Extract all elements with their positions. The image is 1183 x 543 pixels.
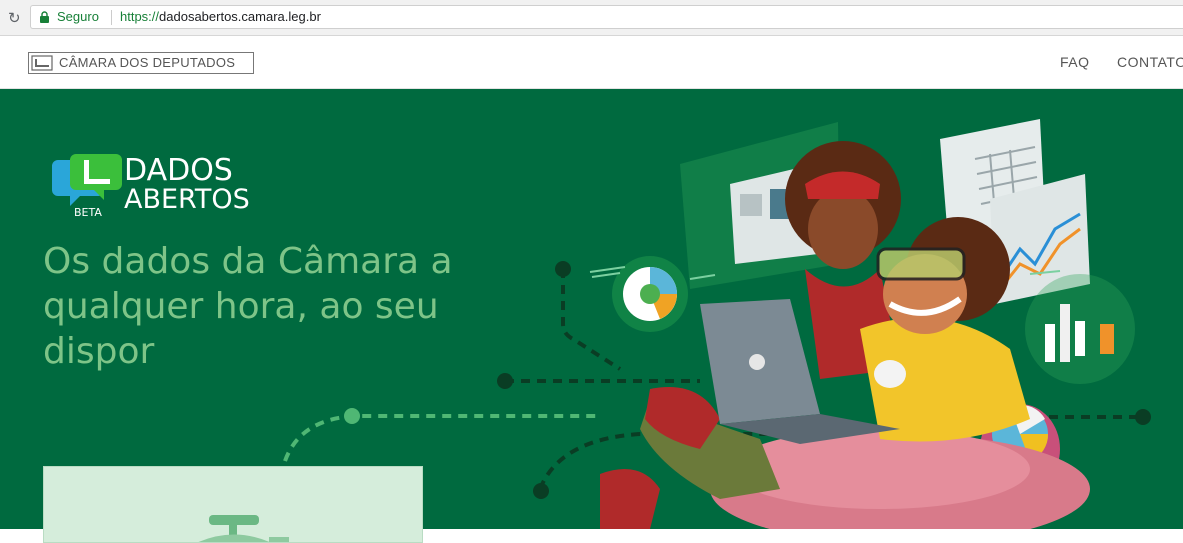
logo-abertos-text: ABERTOS — [124, 184, 250, 215]
url-host: dadosabertos.camara.leg.br — [159, 9, 321, 24]
site-header: CÂMARA DOS DEPUTADOS FAQ CONTATO — [0, 36, 1183, 89]
url-text[interactable]: https://dadosabertos.camara.leg.br — [120, 9, 321, 24]
reload-icon[interactable]: ↻ — [8, 9, 21, 27]
camara-building-icon — [31, 55, 53, 71]
logo-dados-text: DADOS — [124, 153, 233, 188]
address-bar[interactable]: Seguro https://dadosabertos.camara.leg.b… — [30, 5, 1183, 29]
camara-logo-link[interactable]: CÂMARA DOS DEPUTADOS — [28, 52, 254, 74]
security-label: Seguro — [57, 9, 99, 24]
dados-abertos-logo: DADOS ABERTOS BETA — [52, 153, 250, 219]
camara-logo-text: CÂMARA DOS DEPUTADOS — [59, 55, 236, 70]
url-protocol: https:// — [120, 9, 160, 24]
hero-section: DADOS ABERTOS BETA Os dados da Câmara a … — [0, 89, 1183, 529]
address-separator — [111, 10, 112, 25]
hero-tagline: Os dados da Câmara a qualquer hora, ao s… — [43, 241, 453, 372]
logo-beta-badge: BETA — [74, 206, 102, 219]
nav-contato[interactable]: CONTATO — [1117, 54, 1183, 70]
feature-card[interactable] — [43, 466, 423, 543]
green-dashed-line — [283, 414, 600, 462]
lock-icon — [40, 11, 49, 23]
nav-faq[interactable]: FAQ — [1060, 54, 1090, 70]
browser-toolbar: ↻ Seguro https://dadosabertos.camara.leg… — [0, 0, 1183, 36]
card-illustration — [198, 515, 289, 542]
